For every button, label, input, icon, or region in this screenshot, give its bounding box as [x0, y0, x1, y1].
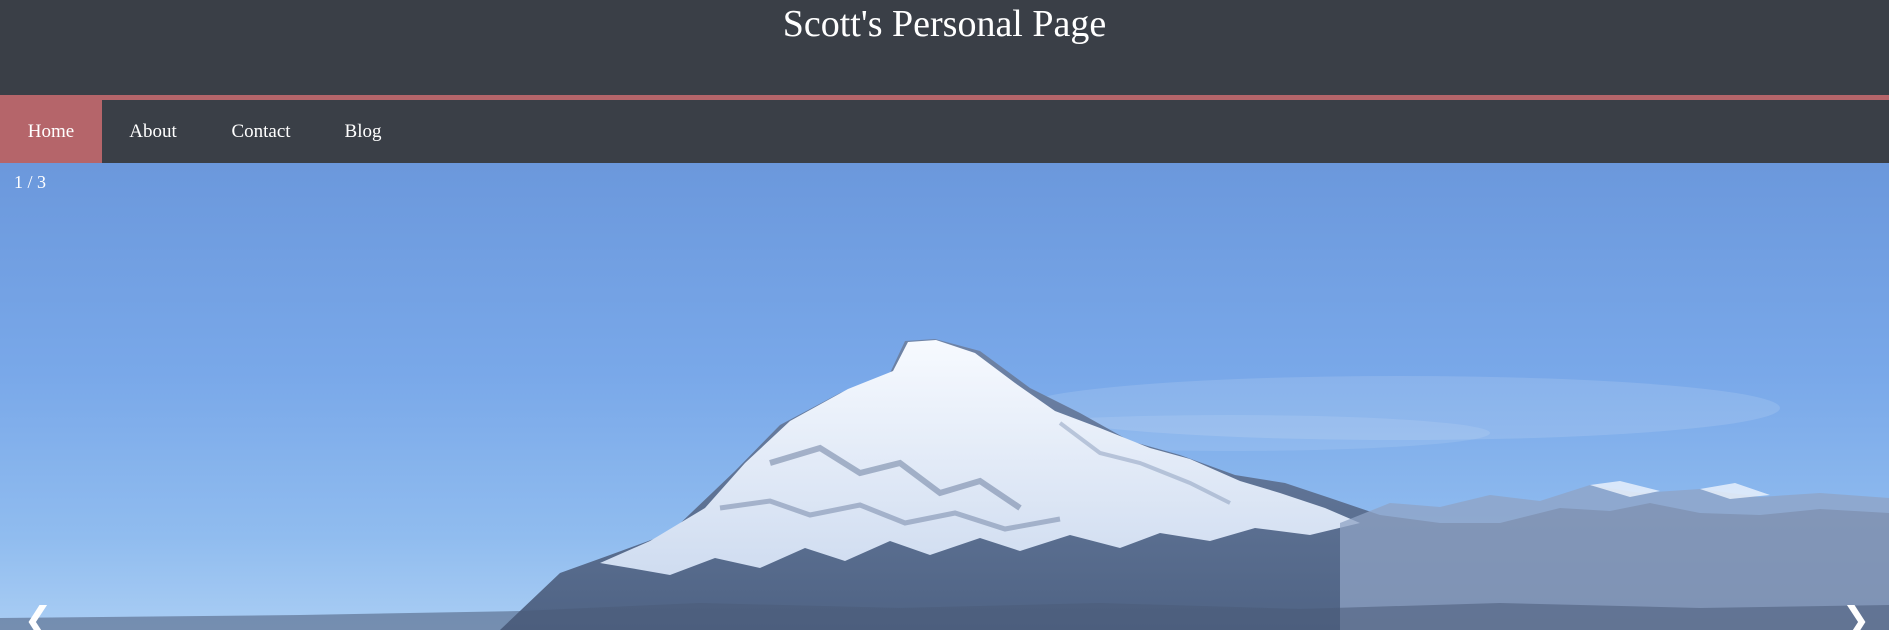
nav-item-blog[interactable]: Blog	[318, 100, 408, 163]
chevron-right-icon[interactable]: ❯	[1836, 603, 1876, 630]
nav-item-home[interactable]: Home	[0, 100, 102, 163]
slideshow: 1 / 3 ❮ ❯	[0, 163, 1889, 630]
chevron-left-icon[interactable]: ❮	[18, 603, 58, 630]
site-header: Scott's Personal Page	[0, 0, 1889, 95]
slide-counter: 1 / 3	[14, 172, 47, 192]
main-nav: Home About Contact Blog	[0, 100, 1889, 163]
nav-item-about[interactable]: About	[102, 100, 204, 163]
nav-item-contact[interactable]: Contact	[204, 100, 318, 163]
slide-image-mountain	[0, 339, 1889, 630]
site-title: Scott's Personal Page	[782, 3, 1107, 45]
